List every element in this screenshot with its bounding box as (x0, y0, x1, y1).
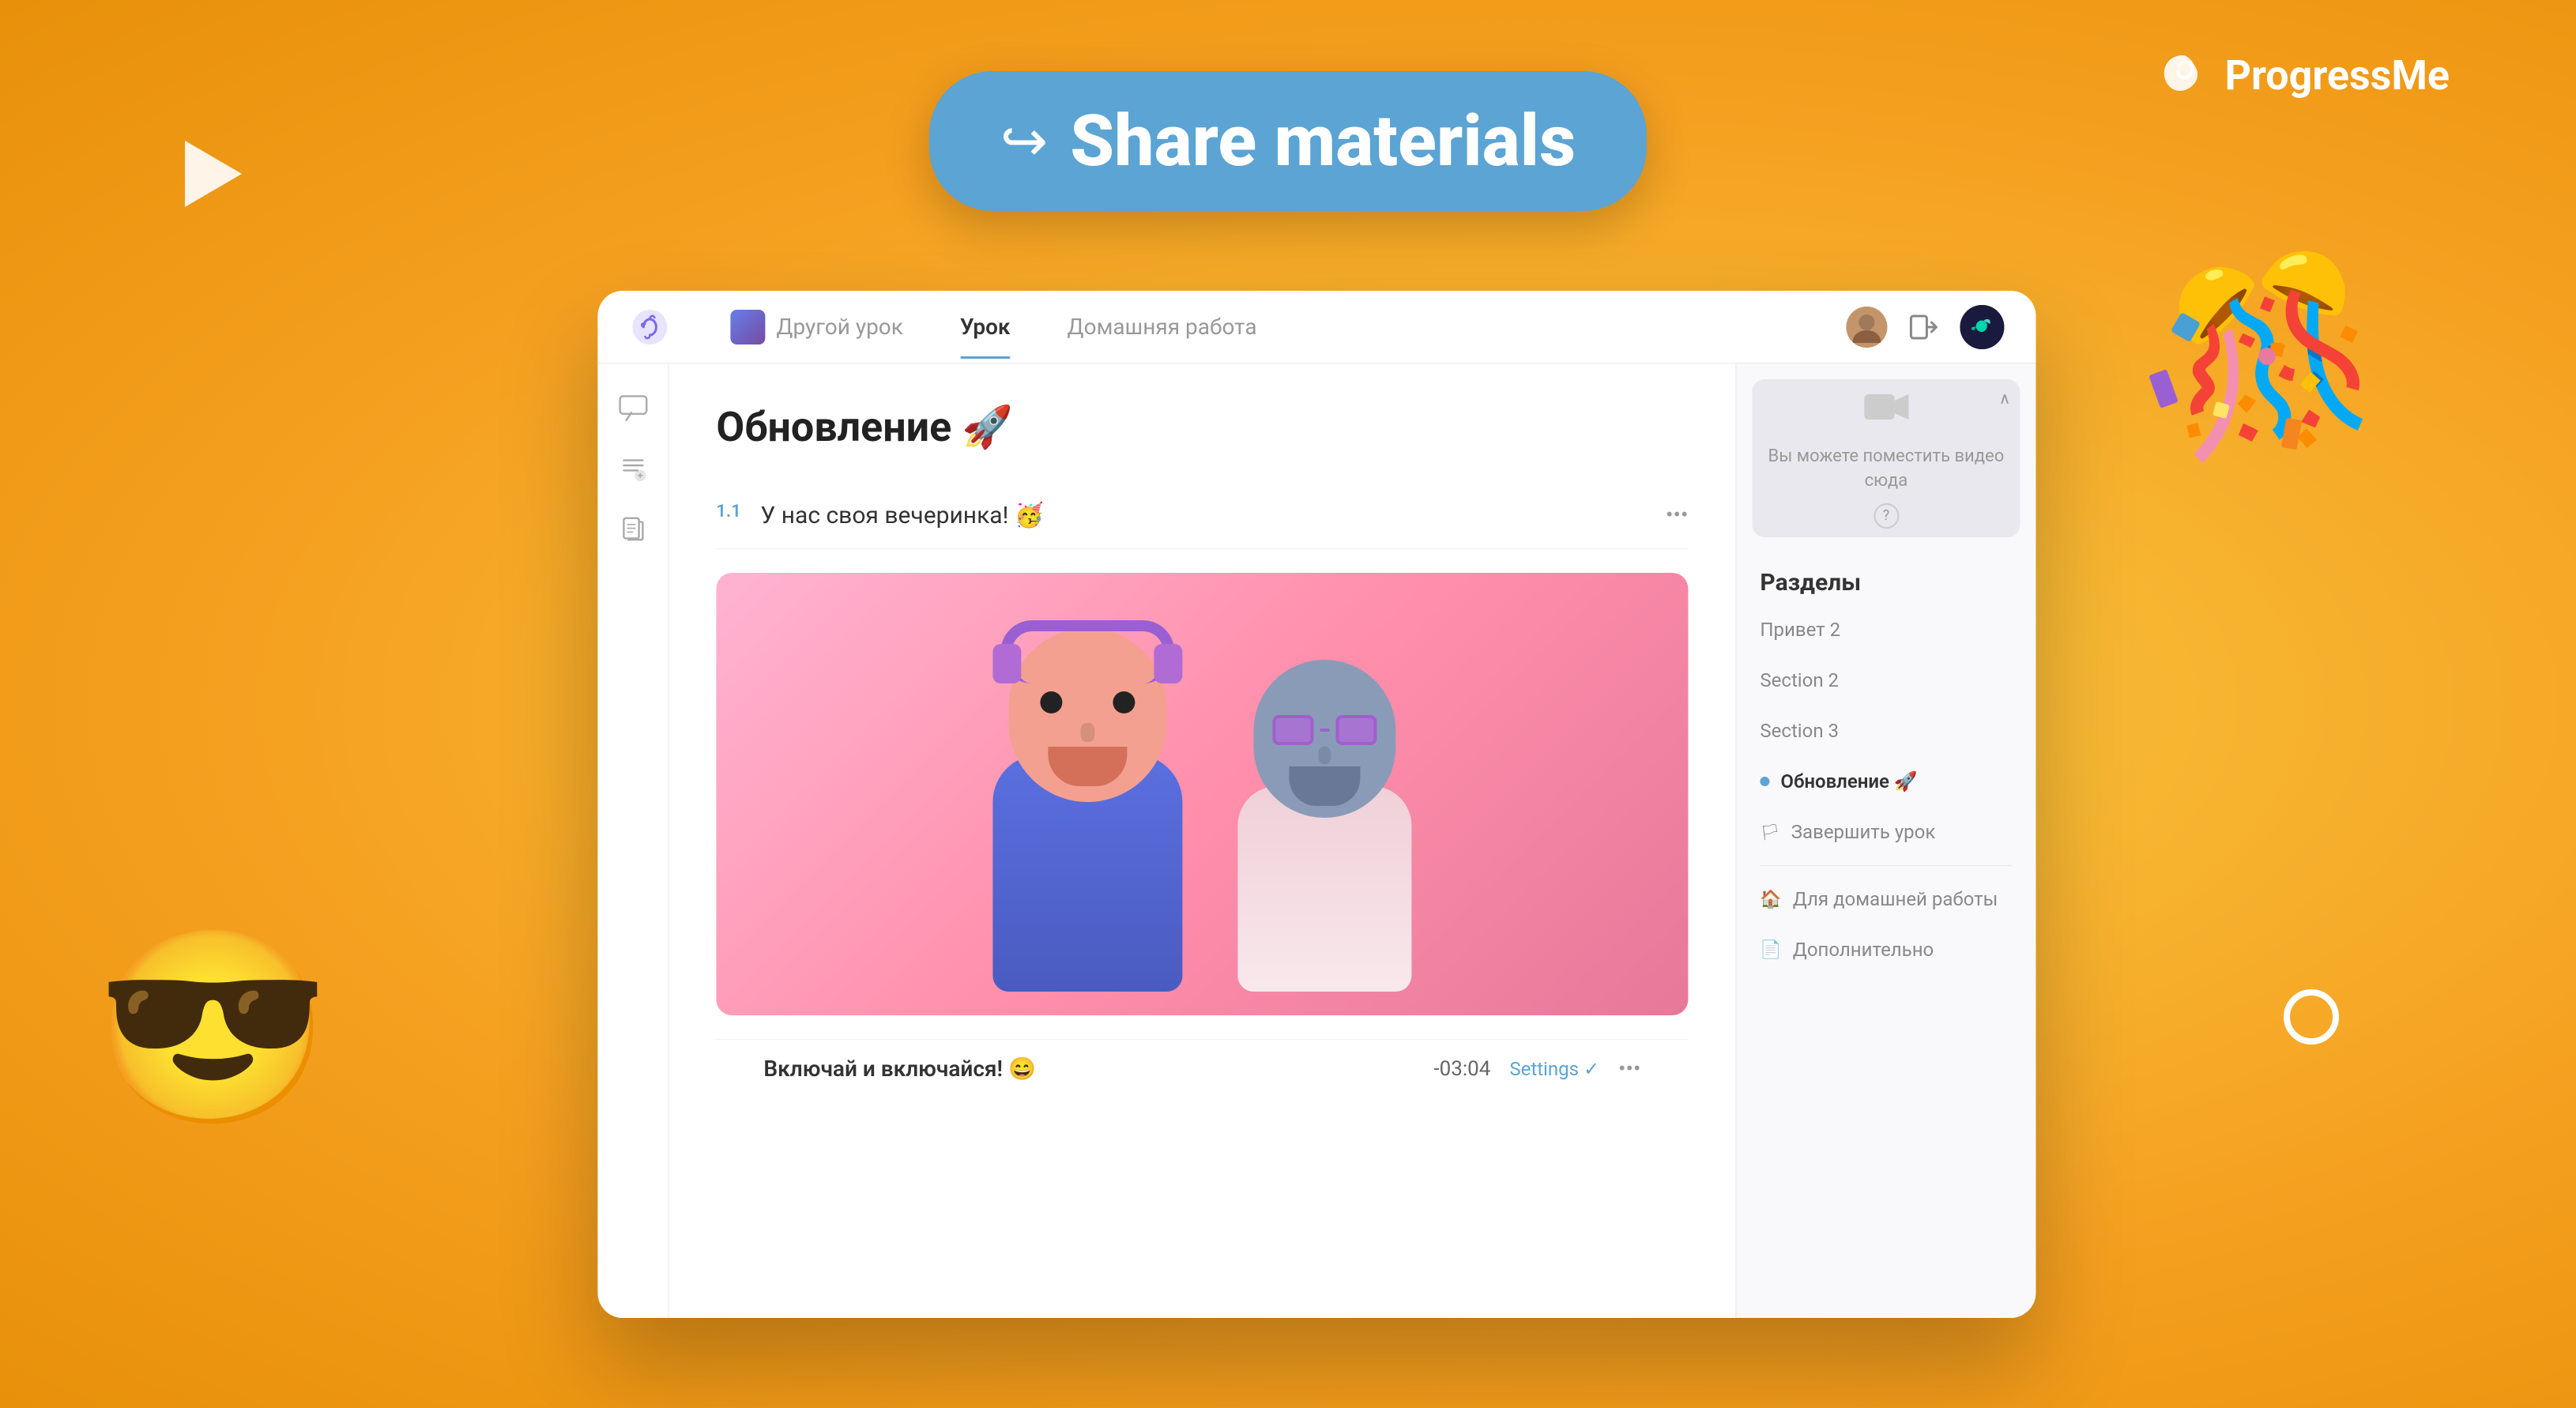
item-number: 1.1 (716, 502, 744, 521)
section-item-finish[interactable]: 🏳 Завершить урок (1736, 807, 2036, 857)
lesson-item: 1.1 У нас своя вечеринка! 🥳 ••• (716, 483, 1688, 549)
char2-nose (1318, 747, 1331, 764)
character-2 (1222, 691, 1427, 992)
char1-headphones (1000, 620, 1174, 683)
char1-headphone-right (1154, 644, 1182, 683)
sidebar-text-icon[interactable] (613, 449, 653, 488)
left-sidebar (597, 363, 668, 1318)
nav-tab-lesson-label: Урок (960, 314, 1011, 340)
section-divider (1760, 865, 2012, 866)
sidebar-doc-icon[interactable] (613, 510, 653, 550)
confetti-pink (2258, 348, 2276, 365)
nav-exit-icon[interactable] (1906, 310, 1941, 344)
char2-glasses (1272, 715, 1377, 745)
video-help-button[interactable]: ? (1874, 503, 1899, 529)
character-container (716, 573, 1688, 1015)
char2-beard (1289, 766, 1360, 806)
media-more-button[interactable]: ••• (1618, 1056, 1640, 1082)
nav-right (1846, 305, 2004, 349)
center-content: Обновление 🚀 1.1 У нас своя вечеринка! 🥳… (668, 363, 1735, 1318)
lesson-title: Обновление 🚀 (716, 403, 1688, 451)
section-section3-label: Section 3 (1760, 720, 1839, 742)
video-placeholder-text: Вы можете поместить видео сюда (1752, 445, 2020, 494)
section-item-section2[interactable]: Section 2 (1736, 655, 2036, 706)
char1-eye-right (1113, 691, 1135, 713)
section-section2-label: Section 2 (1760, 669, 1839, 691)
char1-nose (1080, 723, 1094, 742)
nav-tab-other-lesson-label: Другой урок (776, 314, 903, 340)
main-content: Обновление 🚀 1.1 У нас своя вечеринка! 🥳… (597, 363, 2036, 1318)
cool-emoji: 😎 (95, 934, 331, 1124)
glasses-right (1335, 715, 1377, 745)
sections-title: Разделы (1736, 553, 2036, 604)
character-1 (977, 660, 1198, 992)
item-more-button[interactable]: ••• (1666, 502, 1688, 528)
section-item-privet2[interactable]: Привет 2 (1736, 604, 2036, 655)
video-collapse-button[interactable]: ∧ (1999, 389, 2011, 408)
char1-eye-left (1040, 691, 1062, 713)
play-triangle (185, 141, 242, 207)
nav-tab-homework[interactable]: Домашняя работа (1039, 295, 1286, 359)
nav-avatar[interactable] (1846, 307, 1887, 348)
share-arrow-icon: ↪ (1000, 107, 1048, 175)
section-item-section3[interactable]: Section 3 (1736, 706, 2036, 756)
nav-tabs: Другой урок Урок Домашняя работа (702, 291, 1846, 363)
media-settings-button[interactable]: Settings ✓ (1509, 1058, 1599, 1080)
section-active-dot (1760, 777, 1769, 786)
section-item-extra[interactable]: 📄 Дополнительно (1736, 924, 2036, 975)
section-item-homework[interactable]: 🏠 Для домашней работы (1736, 874, 2036, 924)
share-button-label: Share materials (1070, 100, 1576, 183)
logo-area: ProgressMe (2155, 47, 2450, 103)
media-title: Включай и включайся! 😄 (763, 1056, 1414, 1082)
nav-hummingbird-icon[interactable] (1960, 305, 2004, 349)
glasses-left (1272, 715, 1313, 745)
section-update-label: Обновление 🚀 (1780, 770, 1917, 792)
media-time: -03:04 (1433, 1057, 1490, 1081)
play-icon-area[interactable] (174, 134, 253, 213)
app-window: Другой урок Урок Домашняя работа (597, 291, 2036, 1318)
flag-icon: 🏳 (1760, 823, 1779, 841)
char2-head (1253, 660, 1395, 818)
extra-doc-icon: 📄 (1760, 940, 1781, 960)
homework-label: Для домашней работы (1793, 888, 1998, 910)
section-finish-label: Завершить урок (1791, 821, 1936, 843)
item-text: У нас своя вечеринка! 🥳 (760, 502, 1650, 529)
nav-bar: Другой урок Урок Домашняя работа (597, 291, 2036, 363)
extra-label: Дополнительно (1793, 939, 1934, 961)
circle-decoration (2284, 989, 2339, 1045)
section-privet2-label: Привет 2 (1760, 619, 1840, 641)
char1-beard (1048, 747, 1127, 786)
logo-text: ProgressMe (2224, 51, 2450, 100)
nav-tab-img (730, 310, 765, 344)
share-materials-button[interactable]: ↪ Share materials (929, 71, 1647, 211)
progressme-icon (2155, 47, 2210, 103)
lesson-image (716, 573, 1688, 1015)
sidebar-chat-icon[interactable] (613, 387, 653, 427)
homework-home-icon: 🏠 (1760, 890, 1781, 909)
video-placeholder: ∧ Вы можете поместить видео сюда ? (1752, 379, 2020, 537)
right-sidebar: ∧ Вы можете поместить видео сюда ? Разде… (1735, 363, 2036, 1318)
nav-brain-icon (629, 307, 670, 348)
nav-tab-homework-label: Домашняя работа (1068, 314, 1257, 340)
nav-tab-lesson[interactable]: Урок (932, 295, 1039, 359)
video-camera-icon (1862, 388, 1910, 435)
media-bar: Включай и включайся! 😄 -03:04 Settings ✓… (716, 1039, 1688, 1097)
char1-headphone-left (992, 644, 1021, 683)
glasses-bridge (1320, 728, 1329, 732)
nav-tab-other-lesson[interactable]: Другой урок (702, 291, 932, 363)
section-item-update[interactable]: Обновление 🚀 (1736, 756, 2036, 807)
